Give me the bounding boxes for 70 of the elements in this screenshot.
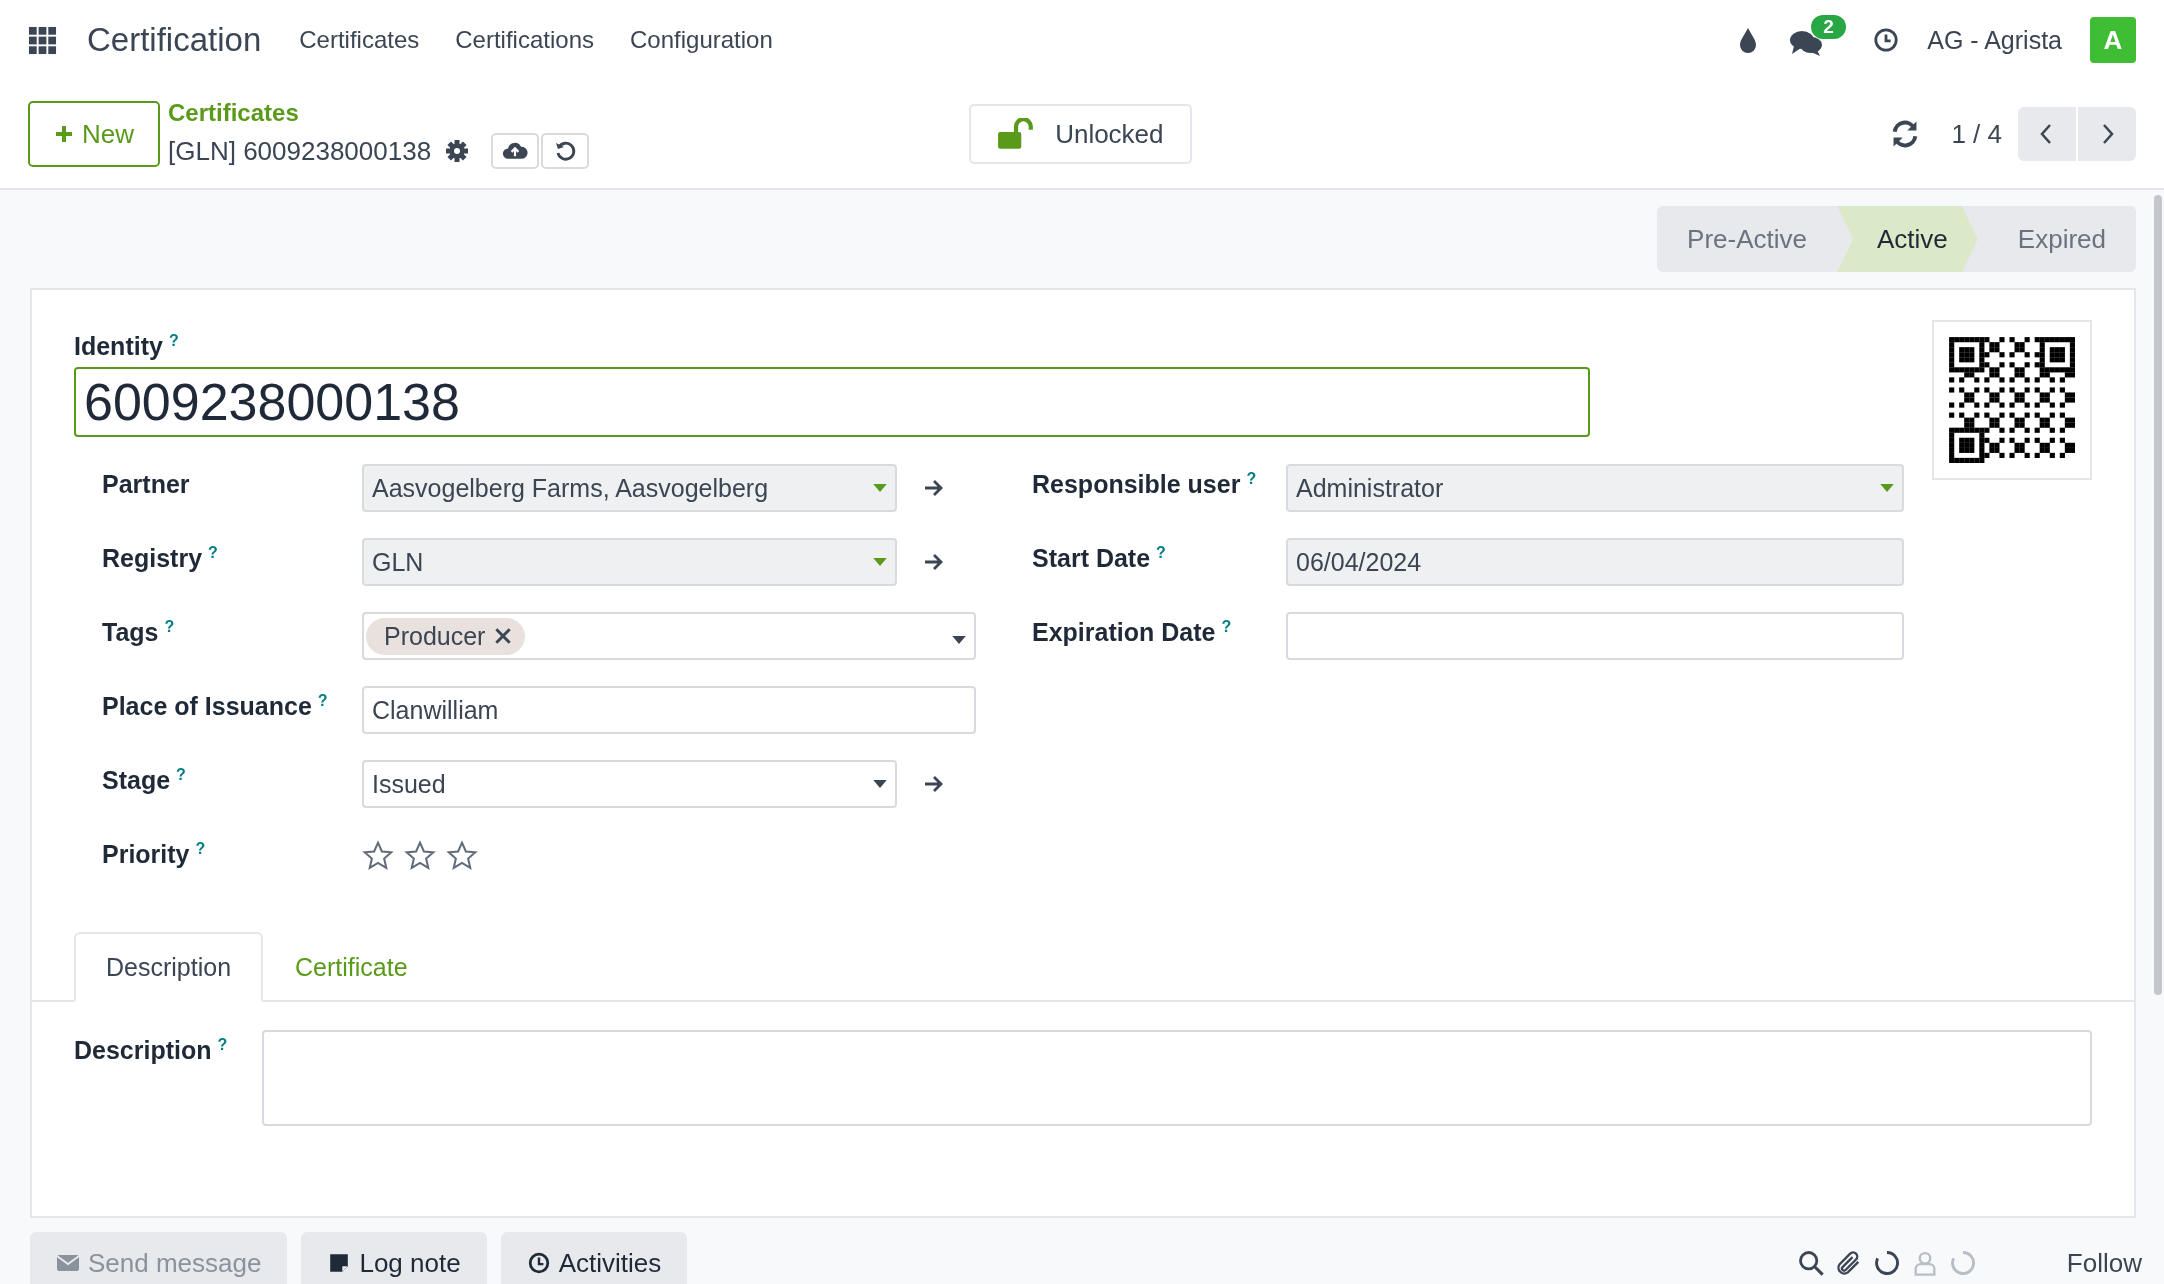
field-label: Partner (102, 470, 190, 498)
loading-spinner-icon (1948, 1249, 1977, 1277)
arrow-right-icon[interactable] (923, 552, 945, 572)
text-field[interactable]: 06/04/2024 (1286, 538, 1904, 586)
caret-down-icon[interactable] (873, 779, 887, 789)
help-marker[interactable]: ? (217, 1036, 228, 1053)
help-marker[interactable]: ? (1156, 544, 1166, 561)
apps-menu-icon[interactable] (28, 25, 57, 55)
menu-item[interactable]: Certificates (299, 26, 420, 54)
record-name: [GLN] 6009238000138 (168, 135, 432, 167)
identity-input[interactable]: 6009238000138 (74, 367, 1590, 438)
status-stage[interactable]: Active (1837, 206, 1978, 272)
help-marker[interactable]: ? (317, 692, 328, 709)
help-marker[interactable]: ? (168, 332, 179, 349)
discard-button[interactable] (541, 133, 590, 169)
chatter-button[interactable]: Log note (301, 1232, 487, 1284)
star-icon[interactable] (404, 840, 436, 872)
scrollbar[interactable] (2154, 195, 2162, 995)
save-button[interactable] (491, 133, 540, 169)
text-field[interactable] (1286, 612, 1904, 660)
star-icon[interactable] (362, 840, 394, 872)
field-label: Stage (102, 766, 171, 795)
settings-icon[interactable] (445, 139, 470, 163)
help-marker[interactable]: ? (1246, 470, 1257, 487)
unlocked-button[interactable]: Unlocked (969, 104, 1192, 164)
dropdown-field[interactable]: GLN (362, 538, 897, 586)
cloud-upload-icon (502, 140, 529, 162)
help-marker[interactable]: ? (208, 544, 218, 561)
help-marker[interactable]: ? (164, 618, 175, 635)
help-marker[interactable]: ? (1221, 618, 1232, 635)
menu-item[interactable]: Configuration (630, 26, 773, 54)
pager-counter[interactable]: 1 / 4 (1951, 118, 2002, 150)
field-label: Priority (102, 840, 190, 869)
text-field[interactable]: Clanwilliam (362, 686, 976, 734)
tag-chip: Producer (366, 617, 526, 655)
loading-spinner-icon (1872, 1249, 1901, 1277)
help-marker[interactable]: ? (195, 840, 206, 857)
field-label: Identity (74, 332, 163, 361)
caret-down-icon[interactable] (952, 635, 966, 645)
remove-icon[interactable] (495, 628, 512, 644)
field-label: Place of Issuance (102, 692, 312, 721)
tags-field[interactable]: Producer (362, 612, 976, 660)
star-icon[interactable] (446, 840, 478, 872)
field-label: Tags (102, 618, 159, 647)
arrow-right-icon[interactable] (923, 478, 945, 498)
dropdown-field[interactable]: Administrator (1286, 464, 1904, 512)
description-field[interactable] (262, 1030, 2092, 1126)
envelope-icon (56, 1252, 80, 1274)
unlocked-padlock-icon (997, 118, 1036, 150)
help-marker[interactable]: ? (176, 766, 186, 783)
dropdown-field[interactable]: Issued (362, 760, 897, 808)
field-label: Registry (102, 544, 203, 573)
dropdown-field[interactable]: Aasvogelberg Farms, Aasvogelberg (362, 464, 897, 512)
tab[interactable]: Description (74, 932, 264, 1002)
message-count-badge: 2 (1811, 15, 1846, 39)
follow-link[interactable]: Follow (2066, 1247, 2142, 1279)
menu-item[interactable]: Certifications (455, 26, 594, 54)
field-label: Responsible user (1032, 470, 1241, 499)
plus-icon (54, 124, 74, 144)
company-name[interactable]: AG - Agrista (1927, 25, 2062, 55)
app-name[interactable]: Certification (87, 21, 262, 59)
clock-icon (526, 1252, 551, 1274)
arrow-right-icon[interactable] (923, 774, 945, 794)
clock-icon[interactable] (1873, 27, 1900, 53)
field-label: Description (74, 1036, 212, 1065)
field-label: Start Date (1032, 544, 1151, 573)
search-icon[interactable] (1796, 1249, 1825, 1277)
field-label: Expiration Date (1032, 618, 1216, 647)
chat-bubbles-icon[interactable] (1789, 29, 1824, 57)
chatter-button[interactable]: Activities (500, 1232, 688, 1284)
